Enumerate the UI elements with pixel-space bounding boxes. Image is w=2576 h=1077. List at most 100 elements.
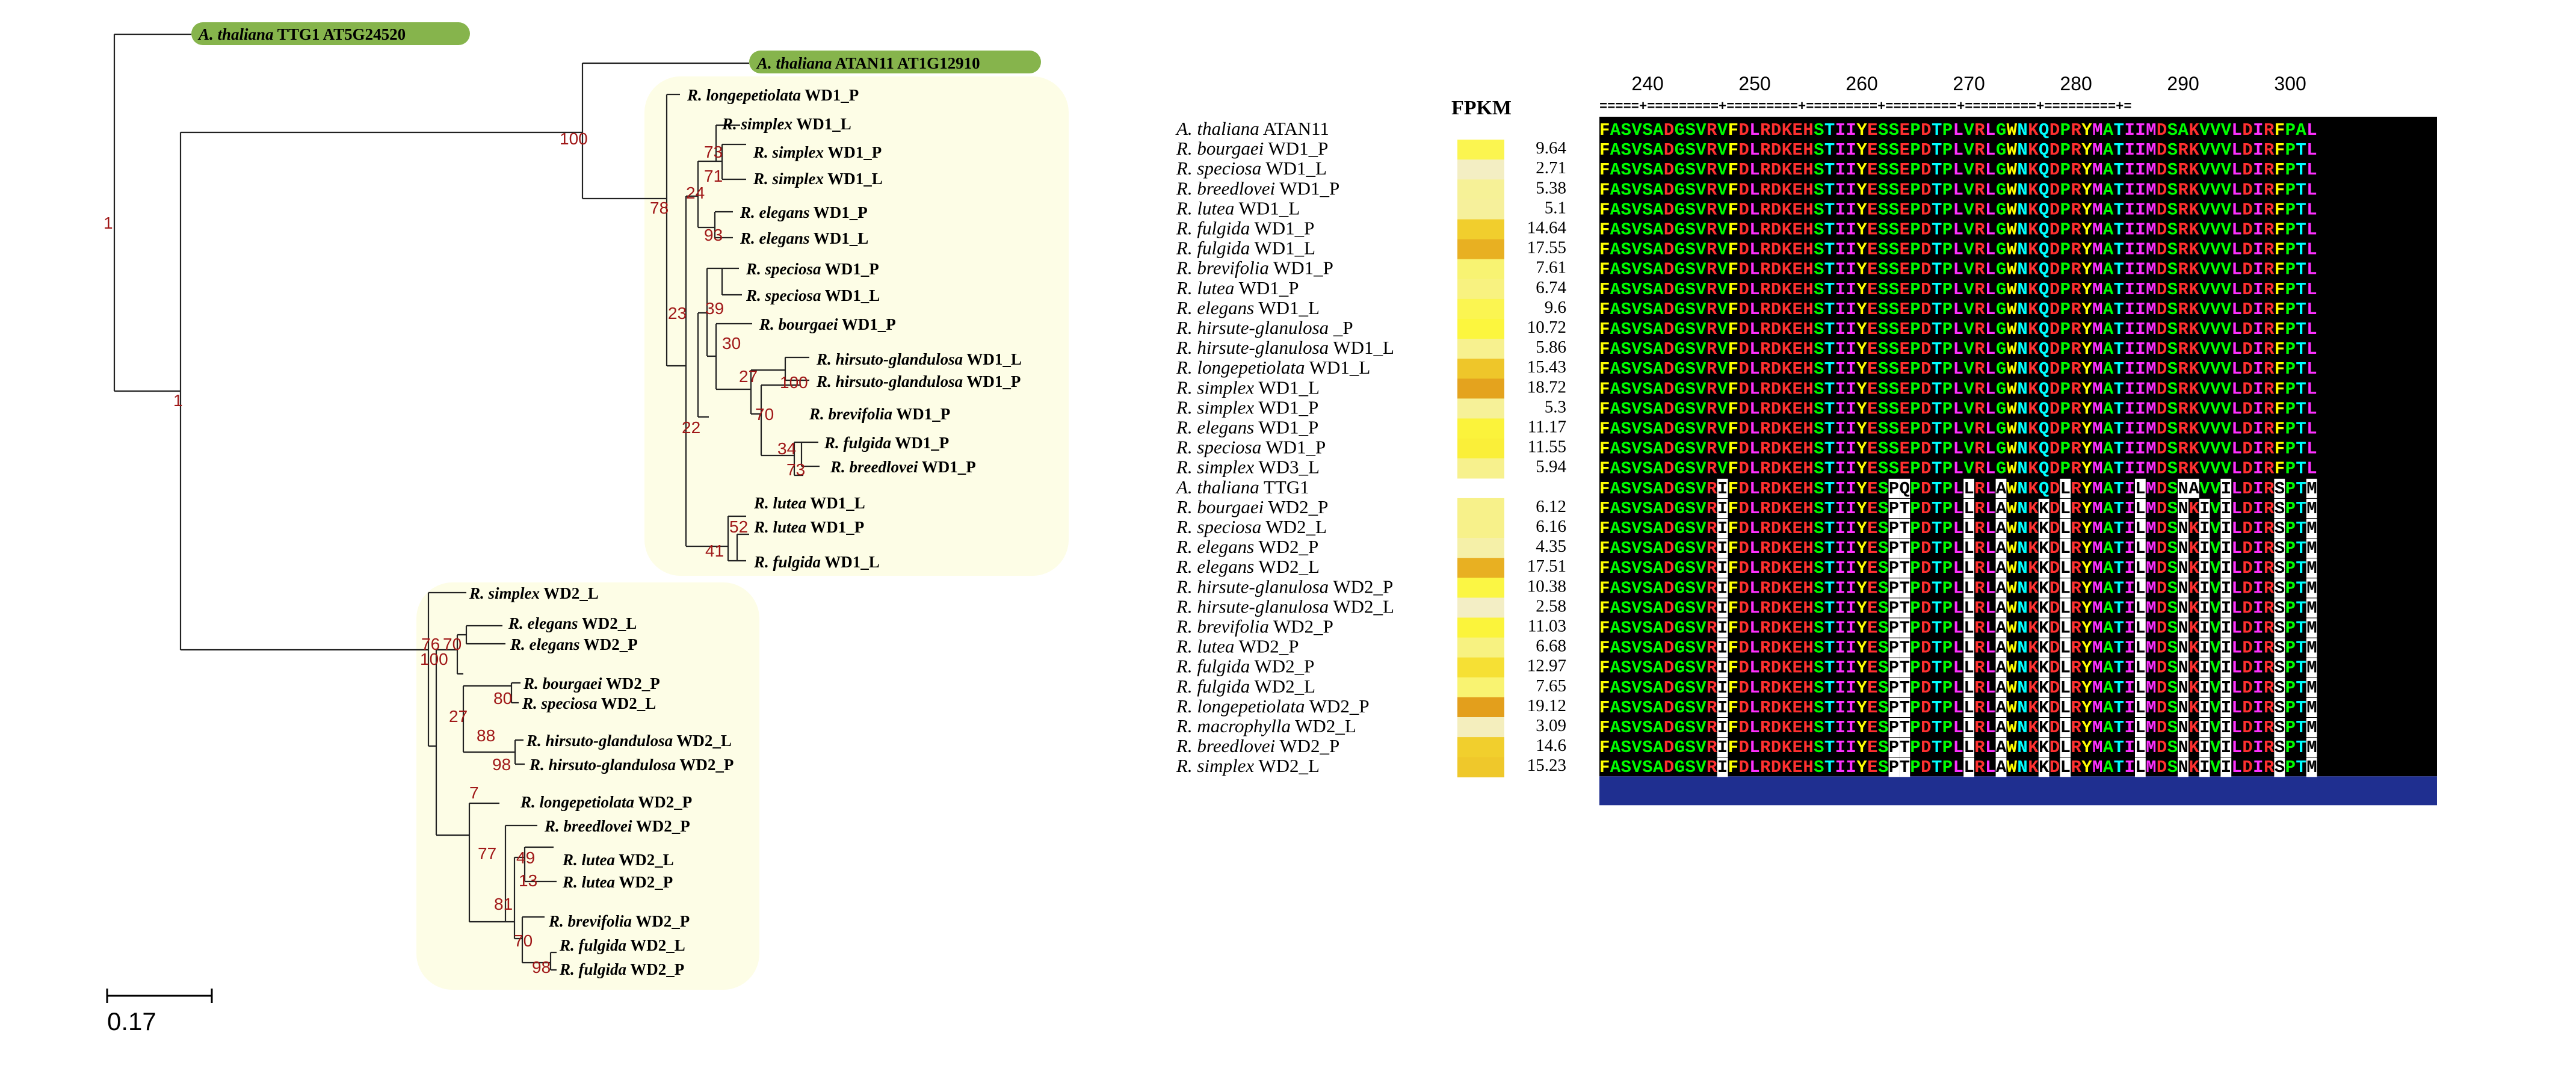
- fpkm-value: 12.97: [1527, 656, 1566, 676]
- wd1-tip-label: R. fulgida WD1_L: [753, 553, 880, 571]
- heatmap-row-label: R. simplex WD3_L: [1176, 457, 1320, 478]
- alignment-sequence-row: FASVSADGSVRIFDLRDKEHSTIIYESPTPDTPLLRLAWN…: [1599, 718, 2317, 738]
- fpkm-value: 11.17: [1528, 418, 1566, 437]
- bootstrap-value: 70: [514, 931, 533, 950]
- alignment-sequence-row: FASVSADGSVRIFDLRDKEHSTIIYESPQPDTPLLRLAWN…: [1599, 479, 2317, 499]
- wd1-tip-label: R. hirsuto-glandulosa WD1_P: [816, 372, 1021, 390]
- wd2-tip-label: R. hirsuto-glandulosa WD2_L: [526, 732, 732, 750]
- bootstrap-value: 81: [494, 895, 513, 913]
- fpkm-value: 17.55: [1527, 238, 1566, 258]
- bootstrap-value: 39: [705, 299, 724, 318]
- fpkm-value: 17.51: [1527, 557, 1566, 576]
- wd2-tip-label: R. elegans WD2_P: [510, 635, 638, 653]
- bootstrap-value: 70: [443, 635, 462, 653]
- alignment-position-label: 270: [1953, 73, 1985, 94]
- fpkm-cell: [1457, 359, 1504, 379]
- wd1-tip-label: R. lutea WD1_L: [753, 494, 865, 512]
- fpkm-cell: [1457, 279, 1504, 300]
- bootstrap-value: 70: [755, 405, 774, 424]
- fpkm-value: 6.74: [1536, 278, 1566, 297]
- fpkm-cell: [1457, 418, 1504, 439]
- bootstrap-value: 73: [786, 460, 805, 479]
- fpkm-cell: [1457, 239, 1504, 260]
- fpkm-cell: [1457, 617, 1504, 638]
- wd2-tip-label: R. fulgida WD2_L: [559, 936, 685, 954]
- fpkm-cell: [1457, 159, 1504, 180]
- fpkm-value: 11.03: [1528, 617, 1566, 636]
- fpkm-heatmap: FPKM A. thaliana ATAN11R. bourgaei WD1_P 9…: [1175, 97, 1567, 777]
- wd2-tip-label: R. bourgaei WD2_P: [523, 674, 660, 693]
- fpkm-value: 6.16: [1536, 517, 1566, 536]
- fpkm-cell: [1457, 458, 1504, 479]
- fpkm-value: 6.68: [1536, 637, 1566, 656]
- fpkm-value: 10.72: [1527, 318, 1566, 337]
- scale-bar: [106, 989, 213, 1003]
- fpkm-value: 2.58: [1536, 596, 1566, 616]
- wd1-tip-label: R. breedlovei WD1_P: [830, 458, 976, 476]
- fpkm-cell: [1457, 677, 1504, 698]
- tip-ttg1: A. thaliana TTG1 AT5G24520: [197, 25, 406, 43]
- fpkm-value: 19.12: [1527, 696, 1566, 715]
- figure-canvas: A. thaliana TTG1 AT5G24520 A. thaliana AT…: [103, 22, 2437, 1035]
- bootstrap-value: 49: [516, 848, 535, 867]
- heatmap-row-label: R. lutea WD1_P: [1176, 277, 1299, 298]
- wd1-tip-label: R. speciosa WD1_P: [746, 260, 879, 278]
- wd1-tip-label: R. fulgida WD1_P: [824, 434, 949, 452]
- fpkm-cell: [1457, 657, 1504, 678]
- fpkm-cell: [1457, 140, 1504, 160]
- fpkm-value: 9.64: [1536, 138, 1566, 158]
- heatmap-row-label: R. longepetiolata WD1_L: [1176, 357, 1370, 378]
- bootstrap-value: 41: [705, 542, 724, 560]
- heatmap-row-label: R. simplex WD2_L: [1176, 755, 1320, 776]
- bootstrap-value: 24: [686, 184, 705, 202]
- fpkm-header: FPKM: [1451, 97, 1512, 119]
- fpkm-cell: [1457, 737, 1504, 758]
- alignment-position-label: 280: [2060, 73, 2092, 94]
- bootstrap-value: 1: [173, 391, 183, 410]
- alignment-sequence-row: FASVSADGSVRVFDLRDKEHSTIIYESSEPDTPLVRLGWN…: [1599, 180, 2317, 200]
- alignment-position-label: 300: [2274, 73, 2306, 94]
- heatmap-row-label: A. thaliana ATAN11: [1175, 118, 1329, 139]
- alignment-sequence-row: FASVSADGSVRVFDLRDKEHSTIIYESSEPDTPLVRLGWN…: [1599, 379, 2317, 399]
- tip-atan11: A. thaliana ATAN11 AT1G12910: [756, 54, 980, 72]
- wd2-tip-label: R. lutea WD2_P: [562, 873, 673, 891]
- fpkm-cell: [1457, 538, 1504, 558]
- fpkm-cell: [1457, 179, 1504, 200]
- wd2-tip-label: R. brevifolia WD2_P: [548, 912, 690, 930]
- alignment-sequence-row: FASVSADGSVRVFDLRDKEHSTIIYESSEPDTPLVRLGWN…: [1599, 140, 2317, 160]
- bootstrap-value: 100: [780, 373, 808, 392]
- fpkm-value: 10.38: [1527, 576, 1566, 596]
- bootstrap-value: 71: [704, 167, 723, 185]
- alignment-sequence-row: FASVSADGSVRVFDLRDKEHSTIIYESSEPDTPLVRLGWN…: [1599, 300, 2317, 319]
- fpkm-cell: [1457, 319, 1504, 339]
- fpkm-cell: [1457, 298, 1504, 319]
- alignment-footer-bar: [1599, 776, 2437, 806]
- alignment-position-label: 260: [1846, 73, 1877, 94]
- alignment-sequence-row: FASVSADGSVRVFDLRDKEHSTIIYESSEPDTPLVRLGWN…: [1599, 339, 2317, 359]
- bootstrap-value: 23: [668, 304, 687, 322]
- fpkm-cell: [1457, 558, 1504, 578]
- fpkm-value: 2.71: [1536, 158, 1566, 177]
- heatmap-row-label: R. breedlovei WD2_P: [1176, 735, 1339, 756]
- fpkm-value: 5.3: [1545, 397, 1566, 416]
- fpkm-cell: [1457, 697, 1504, 718]
- alignment-sequence-row: FASVSADGSVRIFDLRDKEHSTIIYESPTPDTPLLRLAWN…: [1599, 519, 2317, 538]
- heatmap-row-label: R. elegans WD1_L: [1176, 297, 1320, 318]
- alignment-sequence-row: FASVSADGSVRIFDLRDKEHSTIIYESPTPDTPLLRLAWN…: [1599, 758, 2317, 777]
- heatmap-row-label: A. thaliana TTG1: [1175, 477, 1309, 498]
- wd1-tip-label: R. simplex WD1_P: [753, 143, 882, 161]
- alignment-sequence-row: FASVSADGSVRIFDLRDKEHSTIIYESPTPDTPLLRLAWN…: [1599, 538, 2317, 558]
- fpkm-cell: [1457, 259, 1504, 280]
- alignment-sequence-row: FASVSADGSVRVFDLRDKEHSTIIYESSEPDTPLVRLGWN…: [1599, 260, 2317, 280]
- wd2-tip-label: R. fulgida WD2_P: [559, 960, 684, 978]
- fpkm-cell: [1457, 339, 1504, 359]
- bootstrap-value: 1: [103, 214, 113, 232]
- alignment-sequence-row: FASVSADGSVRVFDLRDKEHSTIIYESSEPDTPLVRLGWN…: [1599, 399, 2317, 419]
- wd1-tip-label: R. elegans WD1_L: [740, 229, 868, 247]
- fpkm-value: 5.1: [1545, 198, 1566, 217]
- fpkm-value: 5.94: [1536, 457, 1566, 477]
- heatmap-row-label: R. speciosa WD1_L: [1176, 158, 1327, 179]
- heatmap-row-label: R. elegans WD2_L: [1176, 556, 1320, 577]
- alignment-sequence-row: FASVSADGSVRIFDLRDKEHSTIIYESPTPDTPLLRLAWN…: [1599, 578, 2317, 598]
- heatmap-row-label: R. simplex WD1_L: [1176, 377, 1320, 398]
